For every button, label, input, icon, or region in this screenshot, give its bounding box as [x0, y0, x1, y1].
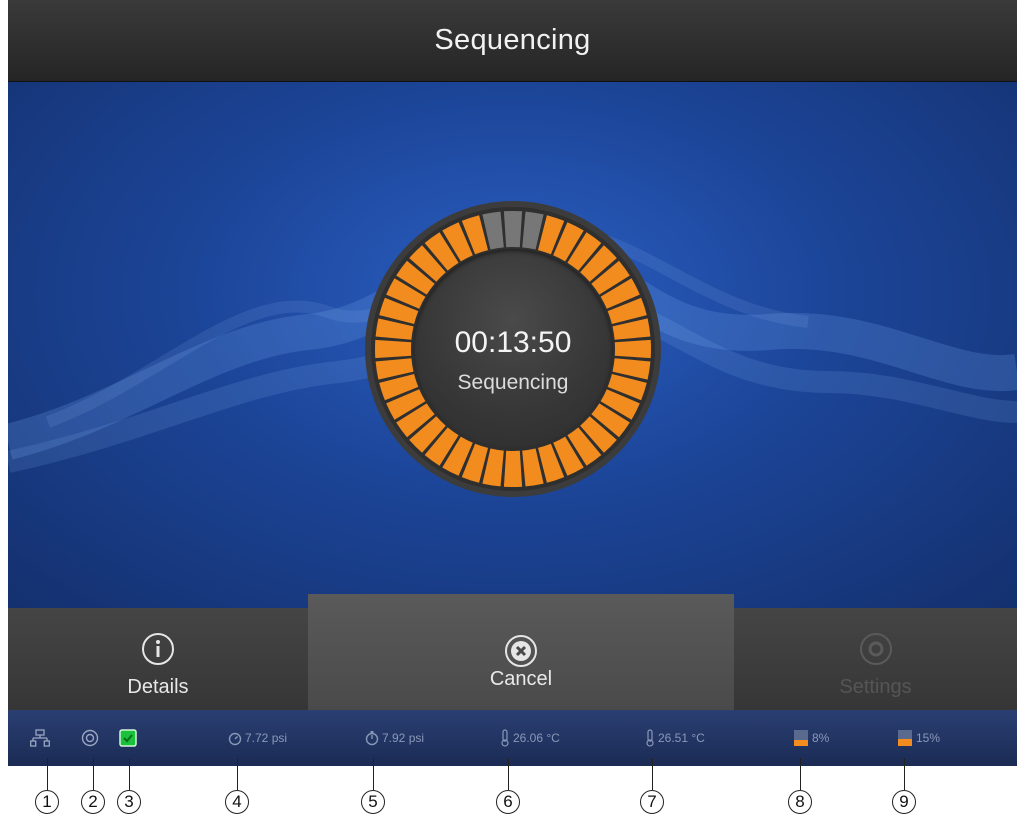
- pressure-reading-1: 7.72 psi: [228, 729, 287, 747]
- cancel-button[interactable]: Cancel: [308, 594, 734, 710]
- callout-leader: [93, 758, 95, 790]
- reagent-bottle-icon: [794, 730, 808, 746]
- run-progress-timer: 00:13:50 Sequencing: [363, 199, 663, 499]
- details-button-label: Details: [127, 676, 189, 698]
- callout-leader: [904, 758, 906, 790]
- callout-leader: [47, 758, 49, 790]
- cancel-button-label: Cancel: [489, 668, 553, 690]
- callout-4: 4: [225, 790, 249, 814]
- callout-leader: [652, 758, 654, 790]
- callout-leader: [237, 758, 239, 790]
- reagent-level-2: 15%: [897, 729, 940, 747]
- callout-leader: [800, 758, 802, 790]
- progress-segment-complete: [503, 450, 523, 488]
- details-button[interactable]: Details: [8, 608, 308, 710]
- callout-2: 2: [81, 790, 105, 814]
- temperature-reading-2: 26.51 °C: [645, 729, 705, 747]
- pressure-reading-2: 7.92 psi: [365, 729, 424, 747]
- temperature-reading-1: 26.06 °C: [500, 729, 560, 747]
- at-sign-icon: [81, 729, 99, 747]
- callout-leader: [508, 758, 510, 790]
- info-icon: [142, 633, 174, 665]
- callout-5: 5: [361, 790, 385, 814]
- callout-leader: [373, 758, 375, 790]
- thermometer-icon: [646, 729, 654, 747]
- pressure-value-1: 7.72 psi: [245, 731, 288, 745]
- callout-6: 6: [496, 790, 520, 814]
- temperature-value-2: 26.51 °C: [658, 731, 705, 745]
- temperature-value-1: 26.06 °C: [513, 731, 560, 745]
- settings-button-label: Settings: [839, 676, 912, 698]
- callout-8: 8: [788, 790, 812, 814]
- pressure-gauge-icon: [365, 731, 379, 746]
- action-bar: Details Cancel Settings: [8, 594, 1017, 710]
- main-panel: 00:13:50 Sequencing: [8, 82, 1017, 608]
- callout-1: 1: [35, 790, 59, 814]
- connection-status: [81, 729, 99, 747]
- callout-9: 9: [892, 790, 916, 814]
- reagent-bottle-icon: [898, 730, 912, 746]
- page-title: Sequencing: [434, 24, 591, 56]
- callout-7: 7: [640, 790, 664, 814]
- settings-gear-icon: [859, 633, 892, 665]
- reagent-level-1: 8%: [793, 729, 829, 747]
- title-bar: Sequencing: [8, 0, 1017, 82]
- settings-button[interactable]: Settings: [734, 608, 1017, 710]
- instrument-ready-status: [119, 729, 137, 747]
- progress-segment-remaining: [503, 210, 523, 248]
- reagent-level-value-2: 15%: [916, 731, 941, 745]
- network-status: [30, 729, 50, 747]
- timer-elapsed-time: 00:13:50: [454, 326, 572, 359]
- network-icon: [30, 729, 50, 747]
- timer-status-label: Sequencing: [457, 371, 569, 394]
- thermometer-icon: [501, 729, 509, 747]
- instrument-screen: Sequencing 00:13:50 Sequencing Details C…: [8, 0, 1017, 766]
- pressure-value-2: 7.92 psi: [382, 731, 425, 745]
- status-ok-icon: [119, 729, 137, 747]
- pressure-gauge-icon: [228, 732, 242, 746]
- status-bar: 7.72 psi 7.92 psi 26.06 °C 26.51 °C 8% 1…: [8, 710, 1017, 766]
- callout-3: 3: [117, 790, 141, 814]
- cancel-x-icon: [505, 635, 537, 667]
- reagent-level-value-1: 8%: [812, 731, 830, 745]
- callout-leader: [129, 758, 131, 790]
